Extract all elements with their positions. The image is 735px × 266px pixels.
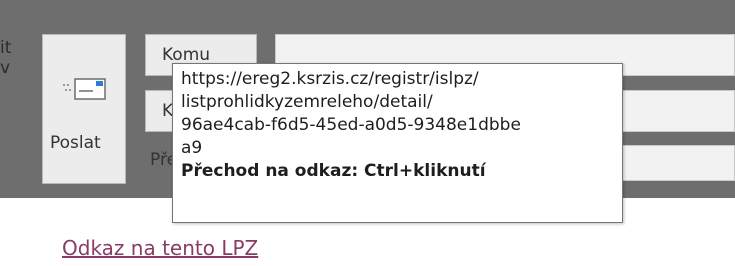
tooltip-url-line: https://ereg2.ksrzis.cz/registr/islpz/	[181, 69, 479, 89]
tooltip-url-line: 96ae4cab-f6d5-45ed-a0d5-9348e1dbbe	[181, 115, 521, 135]
to-label: Komu	[162, 45, 211, 65]
tooltip-url-line: listprohlidkyzemreleho/detail/	[181, 92, 433, 112]
envelope-send-icon	[63, 78, 106, 100]
left-ribbon-fragment: it v	[0, 38, 14, 98]
send-label: Poslat	[50, 133, 101, 153]
left-ribbon-text: it v	[0, 38, 12, 78]
tooltip-url-line: a9	[181, 138, 203, 158]
tooltip-hint: Přechod na odkaz: Ctrl+kliknutí	[181, 161, 486, 181]
send-button[interactable]: Poslat	[42, 34, 126, 184]
lpz-link[interactable]: Odkaz na tento LPZ	[62, 236, 258, 260]
link-tooltip: https://ereg2.ksrzis.cz/registr/islpz/ l…	[172, 63, 623, 223]
